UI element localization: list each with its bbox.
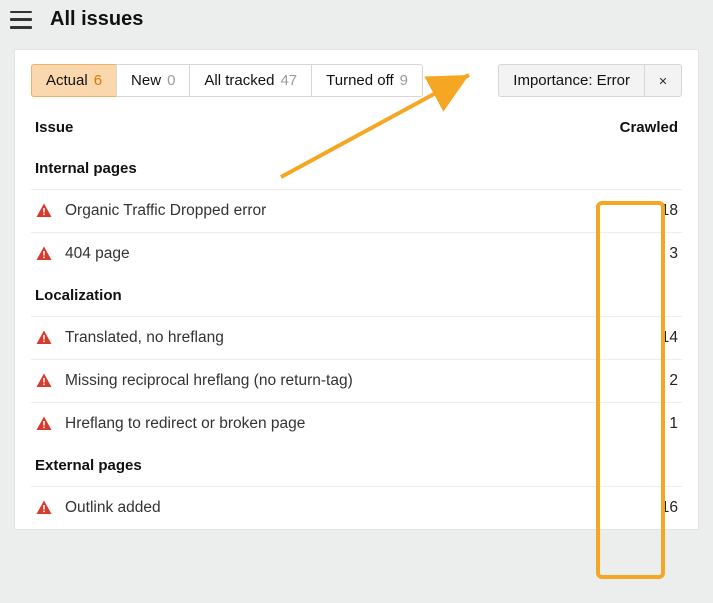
issue-row[interactable]: Outlink added16 <box>31 486 682 529</box>
warning-icon <box>35 245 53 263</box>
section-title: External pages <box>31 445 682 486</box>
tab-label: Actual <box>46 72 88 89</box>
warning-icon <box>35 372 53 390</box>
tab-all-tracked[interactable]: All tracked 47 <box>189 64 311 97</box>
issues-panel: Actual 6 New 0 All tracked 47 Turned off… <box>14 49 699 530</box>
issue-row[interactable]: Translated, no hreflang14 <box>31 316 682 359</box>
warning-icon <box>35 329 53 347</box>
importance-clear-button[interactable] <box>644 64 682 97</box>
menu-icon[interactable] <box>10 11 32 29</box>
page-title: All issues <box>50 8 143 31</box>
col-crawled: Crawled <box>588 119 678 136</box>
tab-count: 6 <box>94 72 102 89</box>
issue-label: Hreflang to redirect or broken page <box>65 415 608 433</box>
tab-new[interactable]: New 0 <box>116 64 189 97</box>
issues-list: Internal pagesOrganic Traffic Dropped er… <box>31 148 682 529</box>
warning-icon <box>35 415 53 433</box>
close-icon <box>659 74 667 88</box>
issue-crawled-value: 1 <box>608 415 678 433</box>
issue-crawled-value: 16 <box>608 499 678 517</box>
warning-icon <box>35 499 53 517</box>
issue-crawled-value: 2 <box>608 372 678 390</box>
warning-icon <box>35 499 53 517</box>
importance-chip[interactable]: Importance: Error <box>498 64 644 97</box>
issue-label: Organic Traffic Dropped error <box>65 202 608 220</box>
issue-label: Translated, no hreflang <box>65 329 608 347</box>
section-title: Localization <box>31 275 682 316</box>
importance-filter: Importance: Error <box>498 64 682 97</box>
tab-count: 47 <box>280 72 297 89</box>
warning-icon <box>35 202 53 220</box>
warning-icon <box>35 202 53 220</box>
warning-icon <box>35 372 53 390</box>
section-title: Internal pages <box>31 148 682 189</box>
tab-count: 0 <box>167 72 175 89</box>
warning-icon <box>35 245 53 263</box>
issue-row[interactable]: Missing reciprocal hreflang (no return-t… <box>31 359 682 402</box>
tab-label: Turned off <box>326 72 394 89</box>
issue-row[interactable]: Organic Traffic Dropped error18 <box>31 189 682 232</box>
issue-crawled-value: 18 <box>608 202 678 220</box>
issue-row[interactable]: 404 page3 <box>31 232 682 275</box>
col-issue: Issue <box>35 119 588 136</box>
warning-icon <box>35 415 53 433</box>
issue-crawled-value: 3 <box>608 245 678 263</box>
tab-label: All tracked <box>204 72 274 89</box>
issue-label: Missing reciprocal hreflang (no return-t… <box>65 372 608 390</box>
issue-row[interactable]: Hreflang to redirect or broken page1 <box>31 402 682 445</box>
issue-label: Outlink added <box>65 499 608 517</box>
tab-label: New <box>131 72 161 89</box>
warning-icon <box>35 329 53 347</box>
topbar: All issues <box>0 0 713 39</box>
issue-label: 404 page <box>65 245 608 263</box>
table-header: Issue Crawled <box>31 97 682 148</box>
tab-actual[interactable]: Actual 6 <box>31 64 116 97</box>
tab-count: 9 <box>400 72 408 89</box>
filter-tabs: Actual 6 New 0 All tracked 47 Turned off… <box>31 64 423 97</box>
issue-crawled-value: 14 <box>608 329 678 347</box>
tab-turned-off[interactable]: Turned off 9 <box>311 64 423 97</box>
filter-toolbar: Actual 6 New 0 All tracked 47 Turned off… <box>31 64 682 97</box>
